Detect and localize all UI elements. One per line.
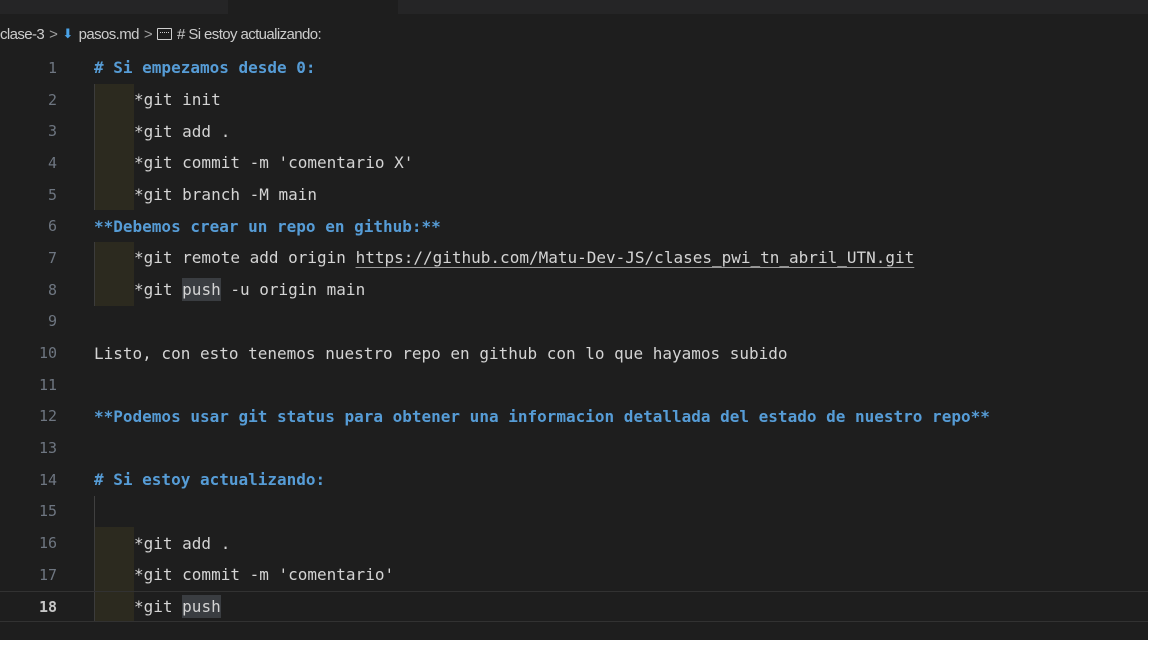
tab-bar (0, 0, 1148, 14)
indent-marker (94, 115, 134, 148)
code-line[interactable]: 6 **Debemos crear un repo en github:** (0, 210, 1148, 242)
indent-marker (94, 83, 134, 116)
line-number: 18 (38, 597, 57, 616)
line-number: 10 (38, 344, 57, 363)
line-content: *git push -u origin main (94, 273, 366, 306)
line-number: 1 (47, 58, 57, 77)
code-text: *git add . (134, 533, 231, 553)
code-text: -u origin main (220, 280, 366, 300)
code-line[interactable]: 10 Listo, con esto tenemos nuestro repo … (0, 337, 1148, 369)
breadcrumb-separator: > (143, 25, 153, 43)
breadcrumb-folder[interactable]: clase-3 (0, 26, 45, 43)
line-number: 16 (38, 534, 57, 553)
indent-marker (94, 591, 134, 622)
highlighted-word: push (182, 595, 221, 619)
code-text: *git commit -m 'comentario X' (134, 153, 414, 173)
line-number: 14 (38, 470, 57, 489)
code-line[interactable]: 5 *git branch -M main (0, 178, 1148, 211)
line-number: 5 (47, 185, 57, 204)
code-text: *git branch -M main (134, 185, 318, 205)
line-content: *git commit -m 'comentario X' (94, 147, 413, 179)
line-content: *git add . (94, 115, 231, 148)
line-content (94, 495, 134, 528)
line-content: **Debemos crear un repo en github:** (94, 210, 441, 242)
code-line[interactable]: 13 (0, 432, 1148, 464)
line-content: *git add . (94, 527, 230, 559)
line-number: 6 (47, 217, 57, 236)
line-content: *git branch -M main (94, 178, 318, 211)
line-content: *git remote add origin https://github.co… (94, 242, 914, 274)
tab-active[interactable] (228, 0, 398, 14)
heading-text: # Si estoy actualizando: (94, 470, 326, 490)
bold-text: **Debemos crear un repo en github:** (94, 216, 441, 236)
line-content: # Si empezamos desde 0: (94, 52, 316, 84)
code-line[interactable]: 2 *git init (0, 83, 1148, 116)
bold-text: **Podemos usar git status para obtener u… (94, 406, 990, 426)
code-line[interactable]: 16 *git add . (0, 527, 1148, 559)
line-number: 12 (38, 407, 57, 426)
code-line[interactable]: 15 (0, 495, 1148, 528)
line-content: *git commit -m 'comentario' (94, 559, 394, 591)
line-number: 13 (38, 439, 57, 458)
highlighted-word: push (182, 278, 221, 302)
code-line[interactable]: 8 *git push -u origin main (0, 273, 1148, 306)
line-number: 17 (38, 565, 57, 584)
line-number: 2 (47, 90, 57, 109)
code-line[interactable]: 4 *git commit -m 'comentario X' (0, 147, 1148, 179)
code-line[interactable]: 17 *git commit -m 'comentario' (0, 559, 1148, 591)
line-number: 15 (38, 502, 57, 521)
markdown-file-icon: ⬇ (62, 26, 73, 41)
indent-marker (94, 527, 134, 559)
line-number: 9 (47, 312, 57, 331)
paragraph-text: Listo, con esto tenemos nuestro repo en … (94, 343, 788, 363)
indent-marker (94, 147, 134, 179)
code-text: *git commit -m 'comentario' (134, 565, 395, 585)
line-number: 3 (47, 122, 57, 141)
indent-marker (94, 178, 134, 211)
line-number: 4 (47, 153, 57, 172)
github-repo-link[interactable]: https://github.com/Matu-Dev-JS/clases_pw… (356, 248, 915, 267)
breadcrumb: clase-3 > ⬇ pasos.md > # Si estoy actual… (0, 22, 322, 46)
code-text: *git init (134, 90, 221, 110)
line-content: *git init (94, 83, 221, 116)
indent-guide (94, 495, 134, 528)
code-text: *git (134, 597, 183, 617)
indent-marker (94, 273, 134, 306)
code-text: *git remote add origin (134, 248, 356, 268)
current-code-line[interactable]: 18 *git push (0, 590, 1148, 623)
line-content: Listo, con esto tenemos nuestro repo en … (94, 337, 788, 369)
code-line[interactable]: 1 # Si empezamos desde 0: (0, 52, 1148, 84)
code-editor[interactable]: 1 # Si empezamos desde 0: 2 *git init 3 … (0, 52, 1148, 623)
line-content: **Podemos usar git status para obtener u… (94, 401, 990, 433)
code-line[interactable]: 7 *git remote add origin https://github.… (0, 242, 1148, 274)
code-line[interactable]: 14 # Si estoy actualizando: (0, 464, 1148, 496)
line-content: *git push (94, 591, 221, 622)
code-line[interactable]: 3 *git add . (0, 115, 1148, 148)
code-text: *git (134, 280, 183, 300)
symbol-key-icon (157, 28, 173, 40)
line-number: 11 (38, 375, 57, 394)
code-line[interactable]: 12 **Podemos usar git status para obtene… (0, 401, 1148, 433)
line-content: # Si estoy actualizando: (94, 464, 325, 496)
breadcrumb-symbol[interactable]: # Si estoy actualizando: (177, 26, 322, 43)
indent-marker (94, 559, 134, 591)
line-number: 8 (47, 280, 57, 299)
code-line[interactable]: 11 (0, 369, 1148, 401)
code-line[interactable]: 9 (0, 306, 1148, 338)
breadcrumb-file[interactable]: pasos.md (79, 26, 140, 43)
editor-window: clase-3 > ⬇ pasos.md > # Si estoy actual… (0, 0, 1148, 640)
code-text: *git add . (134, 121, 231, 141)
breadcrumb-separator: > (49, 25, 58, 43)
heading-text: # Si empezamos desde 0: (94, 58, 316, 78)
line-number: 7 (47, 248, 57, 267)
indent-marker (94, 242, 134, 274)
